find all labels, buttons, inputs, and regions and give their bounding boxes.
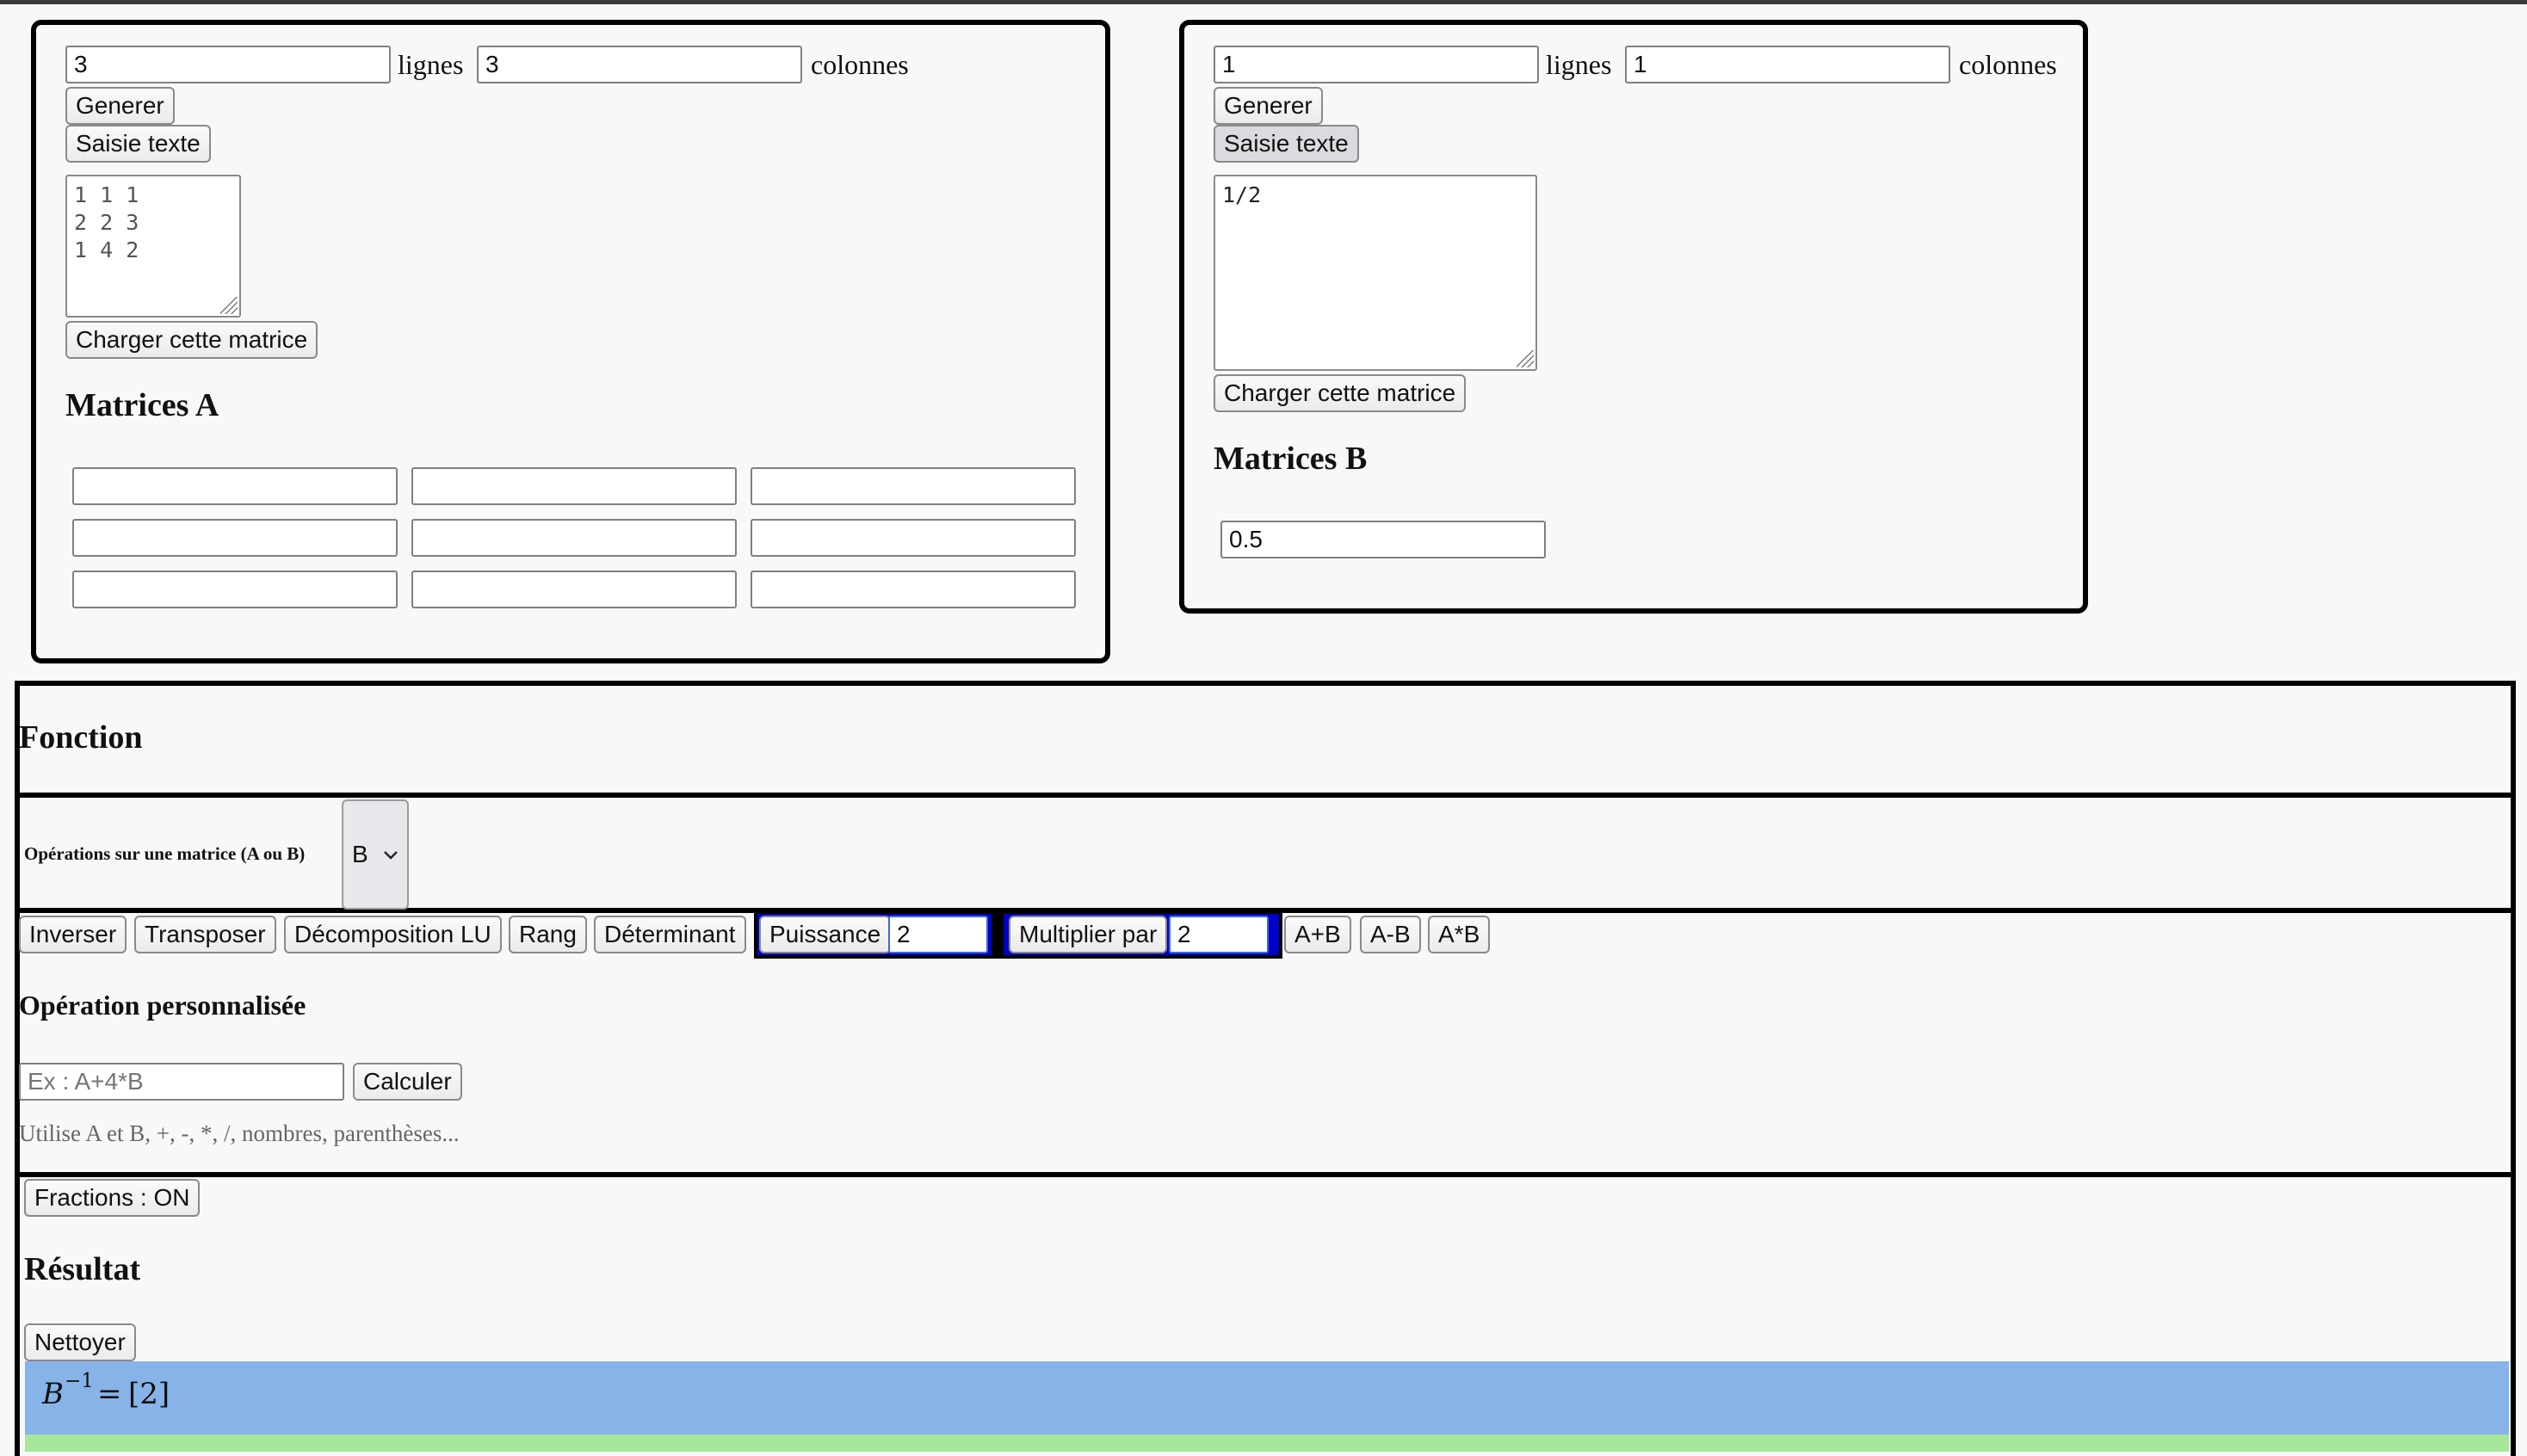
inverse-button[interactable]: Inverser xyxy=(19,916,127,953)
transpose-button[interactable]: Transposer xyxy=(134,916,276,953)
window-top-border xyxy=(0,0,2527,4)
matrix-a-load-button[interactable]: Charger cette matrice xyxy=(65,321,318,359)
matrix-a-cell-0-0[interactable] xyxy=(72,467,398,505)
matrix-b-heading: Matrices B xyxy=(1214,441,1368,477)
matrix-b-cell-0-0[interactable] xyxy=(1220,521,1546,558)
clear-results-button[interactable]: Nettoyer xyxy=(24,1323,136,1361)
matrix-a-cell-1-2[interactable] xyxy=(751,519,1076,557)
matrix-a-panel: lignes colonnes Generer Saisie texte 1 1… xyxy=(31,20,1110,663)
multiply-factor-input[interactable] xyxy=(1169,916,1269,953)
rank-button[interactable]: Rang xyxy=(509,916,587,953)
result-entry-next xyxy=(25,1434,2509,1452)
matrix-b-textarea[interactable]: 1/2 xyxy=(1214,175,1537,371)
matrix-a-rows-label: lignes xyxy=(398,49,464,80)
subtract-button[interactable]: A-B xyxy=(1360,916,1421,953)
result-heading: Résultat xyxy=(24,1251,141,1287)
matrix-a-cell-1-1[interactable] xyxy=(411,519,737,557)
matrix-a-rows-input[interactable] xyxy=(65,46,391,83)
matrix-a-cols-input[interactable] xyxy=(477,46,802,83)
result-entry-value: [2] xyxy=(128,1377,170,1411)
single-op-label: Opérations sur une matrice (A ou B) xyxy=(24,843,306,864)
result-entry-equals: = xyxy=(97,1377,122,1411)
custom-operation-heading: Opération personnalisée xyxy=(19,990,306,1021)
matrix-a-cell-0-1[interactable] xyxy=(411,467,737,505)
matrix-a-text-entry-button[interactable]: Saisie texte xyxy=(65,125,211,163)
matrix-b-rows-input[interactable] xyxy=(1214,46,1539,83)
matrix-a-cell-2-1[interactable] xyxy=(411,571,737,608)
matrix-b-cols-input[interactable] xyxy=(1625,46,1950,83)
custom-expression-input[interactable] xyxy=(19,1063,344,1101)
matrix-a-heading: Matrices A xyxy=(65,387,219,423)
matrix-b-cols-label: colonnes xyxy=(1959,49,2057,80)
result-entry-superscript: −1 xyxy=(65,1370,94,1392)
matrix-select[interactable]: B xyxy=(342,799,409,910)
add-button[interactable]: A+B xyxy=(1284,916,1351,953)
chevron-down-icon xyxy=(384,851,398,860)
group-divider xyxy=(992,914,1004,955)
determinant-button[interactable]: Déterminant xyxy=(594,916,746,953)
power-exponent-input[interactable] xyxy=(888,916,988,953)
custom-operation-hint: Utilise A et B, +, -, *, /, nombres, par… xyxy=(19,1120,460,1146)
matrix-a-cell-2-0[interactable] xyxy=(72,571,398,608)
fractions-toggle-button[interactable]: Fractions : ON xyxy=(24,1179,201,1217)
matrix-a-textarea[interactable]: 1 1 1 2 2 3 1 4 2 xyxy=(65,175,241,318)
multiply-by-button[interactable]: Multiplier par xyxy=(1009,916,1168,953)
matrix-b-panel: lignes colonnes Generer Saisie texte 1/2… xyxy=(1179,20,2088,614)
function-heading: Fonction xyxy=(19,719,143,756)
matrix-b-rows-label: lignes xyxy=(1546,49,1612,80)
result-entry: B −1 = [2] xyxy=(25,1361,2509,1434)
result-entry-base: B xyxy=(42,1377,64,1411)
compute-button[interactable]: Calculer xyxy=(353,1063,462,1101)
matrix-a-generate-button[interactable]: Generer xyxy=(65,87,175,125)
matrix-a-cell-1-0[interactable] xyxy=(72,519,398,557)
lu-decomposition-button[interactable]: Décomposition LU xyxy=(284,916,502,953)
product-button[interactable]: A*B xyxy=(1428,916,1491,953)
matrix-b-load-button[interactable]: Charger cette matrice xyxy=(1214,374,1467,412)
power-button[interactable]: Puissance xyxy=(759,916,892,953)
matrix-b-text-entry-button[interactable]: Saisie texte xyxy=(1214,125,1359,163)
matrix-a-cell-2-2[interactable] xyxy=(751,571,1076,608)
matrix-b-generate-button[interactable]: Generer xyxy=(1214,87,1323,125)
matrix-a-cell-0-2[interactable] xyxy=(751,467,1076,505)
matrix-select-value: B xyxy=(352,841,368,867)
matrix-a-cols-label: colonnes xyxy=(811,49,909,80)
